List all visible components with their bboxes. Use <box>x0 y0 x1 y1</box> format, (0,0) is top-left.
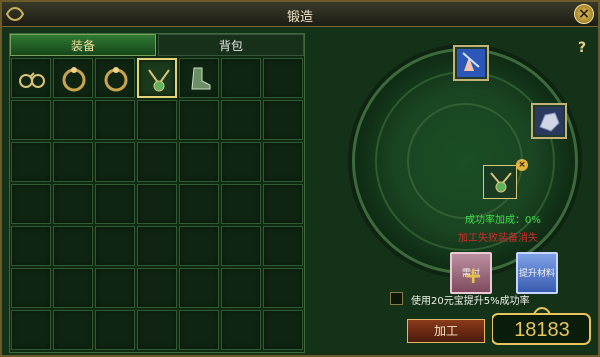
inventory-slot[interactable] <box>95 100 135 140</box>
help-button[interactable]: ? <box>578 40 592 56</box>
inventory-slot[interactable] <box>53 310 93 350</box>
inventory-slot[interactable] <box>179 310 219 350</box>
material-slot-top[interactable] <box>453 45 489 81</box>
inventory-slot[interactable] <box>179 184 219 224</box>
inventory-slot[interactable] <box>137 142 177 182</box>
boost-material-slot[interactable]: 提升材料 <box>516 252 558 294</box>
inventory-slot[interactable] <box>137 100 177 140</box>
inventory-slot[interactable] <box>11 310 51 350</box>
inventory-slot[interactable] <box>221 184 261 224</box>
inventory-slot[interactable] <box>221 100 261 140</box>
wheel-ring-inner <box>407 103 523 219</box>
inventory-slot[interactable] <box>221 58 261 98</box>
close-button[interactable]: × <box>574 4 594 24</box>
tab-bag[interactable]: 背包 <box>158 34 304 56</box>
remove-item-button[interactable]: × <box>516 159 528 171</box>
inventory-slot[interactable] <box>95 226 135 266</box>
forge-window: 锻造 × 装备 背包 ? × 成功率加成：0% 加工失败装备消失 需付 + 提升… <box>0 0 600 357</box>
inventory-slot[interactable] <box>95 184 135 224</box>
inventory-slot[interactable] <box>179 226 219 266</box>
glasses-icon <box>19 72 45 88</box>
inventory-slot[interactable] <box>53 100 93 140</box>
inventory-slot[interactable] <box>179 100 219 140</box>
forge-target-slot[interactable] <box>483 165 517 199</box>
inventory-slot[interactable] <box>11 142 51 182</box>
tab-equipment[interactable]: 装备 <box>10 34 156 56</box>
inventory-slot[interactable] <box>137 226 177 266</box>
inventory-slot[interactable] <box>11 184 51 224</box>
ore-icon <box>535 107 563 135</box>
inventory-slot[interactable] <box>95 310 135 350</box>
inventory-slot[interactable] <box>263 142 303 182</box>
material-slot-right[interactable] <box>531 103 567 139</box>
inventory-slot[interactable] <box>137 310 177 350</box>
inventory-slot[interactable] <box>221 310 261 350</box>
tab-bar: 装备 背包 <box>10 34 304 56</box>
inventory-slot[interactable] <box>263 226 303 266</box>
pay-slot[interactable]: 需付 + <box>450 252 492 294</box>
inventory-slot[interactable] <box>263 310 303 350</box>
inventory-slot[interactable] <box>137 268 177 308</box>
inventory-slot[interactable] <box>179 58 219 98</box>
inventory-slot[interactable] <box>221 226 261 266</box>
plus-icon: + <box>464 264 483 289</box>
inventory-slot[interactable] <box>137 184 177 224</box>
inventory-panel: 装备 背包 <box>9 33 305 353</box>
inventory-slot[interactable] <box>263 58 303 98</box>
inventory-slot[interactable] <box>53 268 93 308</box>
inventory-slot[interactable] <box>11 268 51 308</box>
title-bar: 锻造 × <box>2 2 598 27</box>
forge-wheel: × 成功率加成：0% 加工失败装备消失 需付 + 提升材料 <box>352 45 578 294</box>
inventory-slot[interactable] <box>95 142 135 182</box>
hand-scroll-icon <box>457 49 485 77</box>
process-button[interactable]: 加工 <box>407 319 485 343</box>
window-title: 锻造 <box>286 10 313 25</box>
inventory-slot[interactable] <box>179 142 219 182</box>
boost-checkbox[interactable] <box>390 292 403 305</box>
inventory-slot[interactable] <box>11 58 51 98</box>
boost-material-label: 提升材料 <box>518 269 555 279</box>
pendant-icon <box>148 69 170 92</box>
boot-icon <box>191 67 211 90</box>
logo-text: 18183 <box>514 319 570 341</box>
ring-icon <box>62 67 86 92</box>
inventory-slot[interactable] <box>263 100 303 140</box>
inventory-slot[interactable] <box>95 268 135 308</box>
site-logo: 18183 <box>491 304 592 348</box>
inventory-slot[interactable] <box>179 268 219 308</box>
inventory-slot[interactable] <box>263 268 303 308</box>
inventory-slot[interactable] <box>53 226 93 266</box>
inventory-slot[interactable] <box>53 58 93 98</box>
inventory-grid <box>11 58 305 352</box>
inventory-slot[interactable] <box>95 58 135 98</box>
logo-icon: 18183 <box>491 307 591 345</box>
ring-icon <box>104 67 128 92</box>
inventory-slot[interactable] <box>221 268 261 308</box>
success-rate-text: 成功率加成：0% <box>465 215 541 226</box>
inventory-slot[interactable] <box>11 100 51 140</box>
inventory-slot[interactable] <box>53 184 93 224</box>
pendant-icon <box>490 172 512 193</box>
inventory-slot[interactable] <box>53 142 93 182</box>
inventory-slot-selected[interactable] <box>137 58 177 98</box>
inventory-slot[interactable] <box>11 226 51 266</box>
inventory-slot[interactable] <box>263 184 303 224</box>
fail-warning-text: 加工失败装备消失 <box>458 233 538 244</box>
inventory-slot[interactable] <box>221 142 261 182</box>
